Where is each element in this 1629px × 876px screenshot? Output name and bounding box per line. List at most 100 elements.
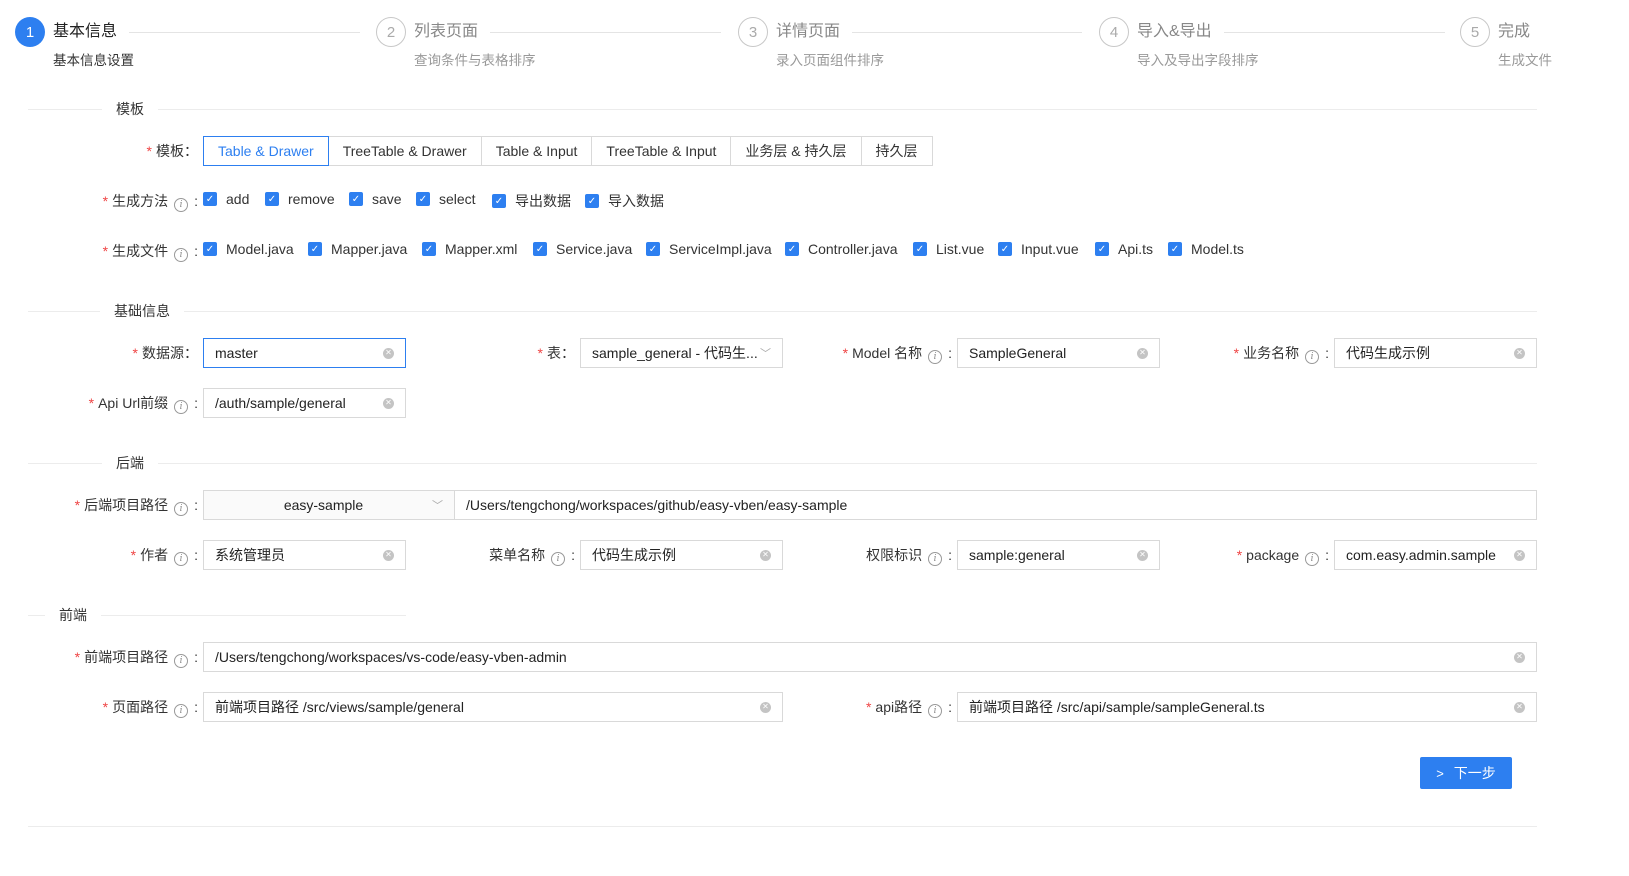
step-5-title[interactable]: 完成 (1498, 21, 1543, 43)
clear-icon[interactable]: ✕ (1514, 549, 1525, 561)
checkbox-checked-icon: ✓ (492, 194, 506, 208)
datasource-label: * 数据源： (132, 345, 198, 361)
template-option-treetable-drawer[interactable]: TreeTable & Drawer (328, 136, 482, 166)
info-icon[interactable]: i (174, 704, 189, 718)
author-input[interactable]: 系统管理员 ✕ (203, 540, 406, 570)
info-icon[interactable]: i (1305, 552, 1320, 566)
section-title-basic: 基础信息 (100, 301, 184, 321)
template-option-service-persistence[interactable]: 业务层 & 持久层 (731, 136, 862, 166)
file-checkbox-service-java[interactable]: ✓ Service.java (533, 241, 632, 257)
step-1-desc: 基本信息设置 (53, 53, 134, 68)
biz-name-label: * 业务名称 i: (1233, 345, 1329, 364)
info-icon[interactable]: i (174, 198, 189, 212)
method-checkbox-select[interactable]: ✓ select (416, 191, 476, 207)
clear-icon[interactable]: ✕ (1514, 651, 1525, 663)
method-checkbox-remove[interactable]: ✓ remove (265, 191, 335, 207)
checkbox-checked-icon: ✓ (1168, 242, 1182, 256)
biz-name-input[interactable]: 代码生成示例 ✕ (1334, 338, 1537, 368)
clear-icon[interactable]: ✕ (1514, 347, 1525, 359)
info-icon[interactable]: i (1305, 350, 1320, 364)
step-3-title[interactable]: 详情页面 (776, 21, 853, 43)
template-option-table-drawer[interactable]: Table & Drawer (203, 136, 329, 166)
table-select[interactable]: sample_general - 代码生... ﹀ (580, 338, 783, 368)
file-checkbox-model-ts[interactable]: ✓ Model.ts (1168, 241, 1244, 257)
checkbox-checked-icon: ✓ (913, 242, 927, 256)
file-checkbox-input-vue[interactable]: ✓ Input.vue (998, 241, 1079, 257)
method-checkbox-add[interactable]: ✓ add (203, 191, 249, 207)
info-icon[interactable]: i (174, 502, 189, 516)
step-3-icon[interactable]: 3 (738, 17, 768, 47)
file-checkbox-mapper-java[interactable]: ✓ Mapper.java (308, 241, 407, 257)
menu-name-input[interactable]: 代码生成示例 ✕ (580, 540, 783, 570)
step-2-title[interactable]: 列表页面 (414, 21, 491, 43)
model-name-label: * Model 名称 i: (842, 345, 952, 364)
api-prefix-input[interactable]: /auth/sample/general ✕ (203, 388, 406, 418)
step-4-icon[interactable]: 4 (1099, 17, 1129, 47)
file-checkbox-serviceimpl-java[interactable]: ✓ ServiceImpl.java (646, 241, 772, 257)
template-option-treetable-input[interactable]: TreeTable & Input (592, 136, 732, 166)
step-1-icon[interactable]: 1 (15, 17, 45, 47)
step-3-desc: 录入页面组件排序 (776, 53, 884, 68)
api-path-label: * api路径 i: (865, 699, 952, 718)
file-checkbox-api-ts[interactable]: ✓ Api.ts (1095, 241, 1153, 257)
step-5-icon[interactable]: 5 (1460, 17, 1490, 47)
clear-icon[interactable]: ✕ (1137, 549, 1148, 561)
footer-divider (28, 826, 1537, 827)
checkbox-checked-icon: ✓ (1095, 242, 1109, 256)
step-1-title[interactable]: 基本信息 (53, 21, 130, 43)
file-checkbox-list-vue[interactable]: ✓ List.vue (913, 241, 984, 257)
template-option-table-input[interactable]: Table & Input (481, 136, 593, 166)
step-connector (115, 32, 360, 33)
author-label: * 作者 i: (130, 547, 198, 566)
info-icon[interactable]: i (551, 552, 566, 566)
info-icon[interactable]: i (174, 552, 189, 566)
clear-icon[interactable]: ✕ (760, 549, 771, 561)
section-divider (28, 311, 1537, 312)
backend-path-input[interactable]: /Users/tengchong/workspaces/github/easy-… (454, 490, 1537, 520)
frontend-path-label: * 前端项目路径 i: (74, 649, 198, 668)
package-label: * package i: (1236, 547, 1329, 566)
method-checkbox-export[interactable]: ✓ 导出数据 (492, 191, 571, 211)
clear-icon[interactable]: ✕ (760, 701, 771, 713)
checkbox-checked-icon: ✓ (203, 242, 217, 256)
permission-label: 权限标识 i: (866, 547, 952, 566)
section-divider (28, 463, 1537, 464)
clear-icon[interactable]: ✕ (1137, 347, 1148, 359)
checkbox-checked-icon: ✓ (585, 194, 599, 208)
step-2-icon[interactable]: 2 (376, 17, 406, 47)
info-icon[interactable]: i (928, 704, 943, 718)
api-path-input[interactable]: 前端项目路径 /src/api/sample/sampleGeneral.ts ✕ (957, 692, 1537, 722)
clear-icon[interactable]: ✕ (383, 347, 394, 359)
info-icon[interactable]: i (174, 654, 189, 668)
method-checkbox-import[interactable]: ✓ 导入数据 (585, 191, 664, 211)
info-icon[interactable]: i (174, 248, 189, 262)
template-option-persistence[interactable]: 持久层 (861, 136, 933, 166)
file-checkbox-mapper-xml[interactable]: ✓ Mapper.xml (422, 241, 517, 257)
frontend-path-input[interactable]: /Users/tengchong/workspaces/vs-code/easy… (203, 642, 1537, 672)
clear-icon[interactable]: ✕ (1514, 701, 1525, 713)
section-title-frontend: 前端 (45, 605, 101, 625)
file-checkbox-controller-java[interactable]: ✓ Controller.java (785, 241, 898, 257)
chevron-down-icon: ﹀ (432, 500, 443, 512)
info-icon[interactable]: i (928, 552, 943, 566)
permission-input[interactable]: sample:general ✕ (957, 540, 1160, 570)
checkbox-checked-icon: ✓ (422, 242, 436, 256)
info-icon[interactable]: i (928, 350, 943, 364)
step-4-title[interactable]: 导入&导出 (1137, 21, 1224, 43)
info-icon[interactable]: i (174, 400, 189, 414)
backend-project-select[interactable]: easy-sample ﹀ (203, 490, 455, 520)
checkbox-checked-icon: ✓ (265, 192, 279, 206)
step-2-desc: 查询条件与表格排序 (414, 53, 536, 68)
method-checkbox-save[interactable]: ✓ save (349, 191, 402, 207)
page-path-input[interactable]: 前端项目路径 /src/views/sample/general ✕ (203, 692, 783, 722)
checkbox-checked-icon: ✓ (646, 242, 660, 256)
file-checkbox-model-java[interactable]: ✓ Model.java (203, 241, 294, 257)
package-input[interactable]: com.easy.admin.sample ✕ (1334, 540, 1537, 570)
table-label: * 表： (537, 345, 575, 361)
datasource-input[interactable]: master ✕ (203, 338, 406, 368)
clear-icon[interactable]: ✕ (383, 549, 394, 561)
clear-icon[interactable]: ✕ (383, 397, 394, 409)
checkbox-checked-icon: ✓ (349, 192, 363, 206)
model-name-input[interactable]: SampleGeneral ✕ (957, 338, 1160, 368)
next-step-button[interactable]: > 下一步 (1420, 757, 1512, 789)
